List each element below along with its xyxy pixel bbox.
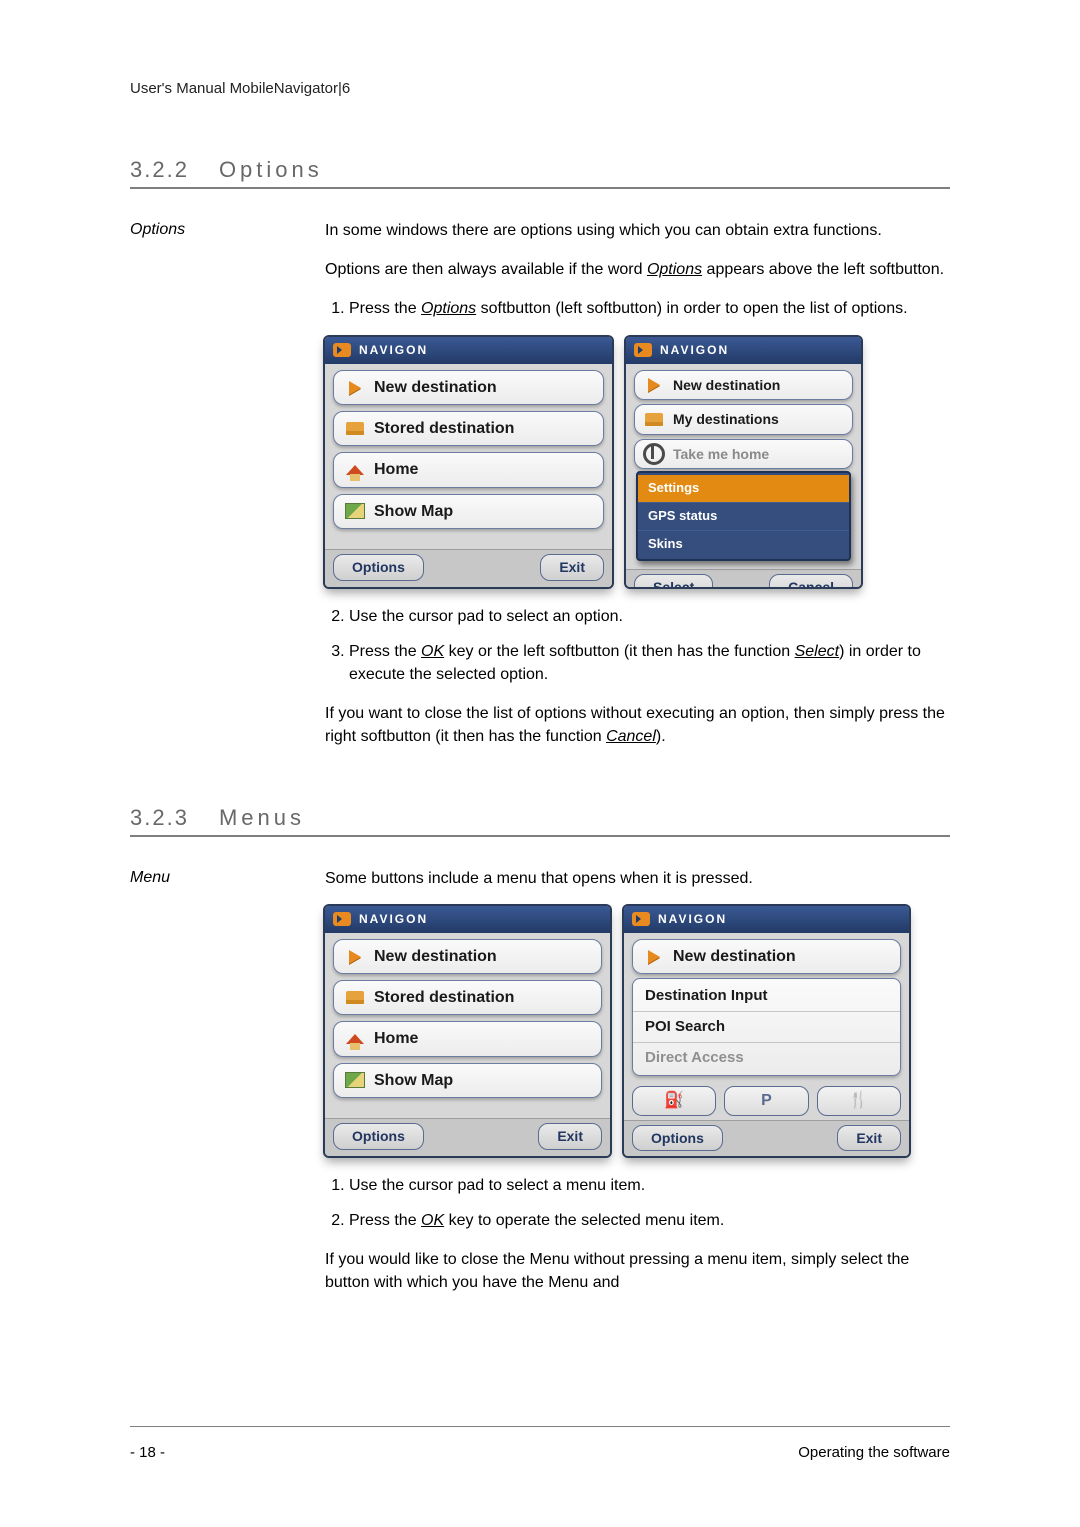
section-title: Menus <box>219 805 305 831</box>
menu-item-my-destinations[interactable]: My destinations <box>634 404 853 434</box>
device-titlebar: NAVIGON <box>624 906 909 933</box>
map-icon <box>344 1071 366 1089</box>
device-titlebar: NAVIGON <box>325 906 610 933</box>
softbutton-exit[interactable]: Exit <box>538 1123 602 1149</box>
margin-label-menu: Menu <box>130 867 305 1311</box>
destination-submenu: Destination Input POI Search Direct Acce… <box>632 978 901 1075</box>
device-screenshot-options-popup: NAVIGON New destination My destinations <box>626 337 861 587</box>
softbutton-exit[interactable]: Exit <box>837 1125 901 1151</box>
menu-item-home[interactable]: Home <box>333 1021 602 1056</box>
quick-access-row: ⛽ P 🍴 <box>632 1086 901 1116</box>
device-screenshot-destination-menu: NAVIGON New destination Destination Inpu… <box>624 906 909 1156</box>
submenu-item-destination-input[interactable]: Destination Input <box>633 981 900 1012</box>
device-screenshot-main: NAVIGON New destination Stored destinati… <box>325 337 612 587</box>
quick-button-restaurant[interactable]: 🍴 <box>817 1086 901 1116</box>
device-brand: NAVIGON <box>658 911 727 928</box>
softbutton-cancel[interactable]: Cancel <box>769 574 853 586</box>
navigon-logo-icon <box>333 343 351 357</box>
paragraph: If you would like to close the Menu with… <box>325 1248 950 1294</box>
arrow-right-icon <box>643 376 665 394</box>
fuel-icon: ⛽ <box>664 1089 684 1112</box>
steering-wheel-icon <box>643 445 665 463</box>
margin-label-options: Options <box>130 219 305 765</box>
softbutton-options[interactable]: Options <box>632 1125 723 1151</box>
softbutton-options[interactable]: Options <box>333 1123 424 1149</box>
section-title: Options <box>219 157 323 183</box>
running-head: User's Manual MobileNavigator|6 <box>130 80 950 97</box>
paragraph: In some windows there are options using … <box>325 219 950 242</box>
section-head-options: 3.2.2 Options <box>130 157 950 189</box>
menu-item-show-map[interactable]: Show Map <box>333 494 604 529</box>
device-titlebar: NAVIGON <box>325 337 612 364</box>
submenu-item-poi-search[interactable]: POI Search <box>633 1012 900 1043</box>
softbutton-select[interactable]: Select <box>634 574 713 586</box>
step: Press the OK key or the left softbutton … <box>349 640 950 686</box>
device-brand: NAVIGON <box>660 342 729 359</box>
softbutton-exit[interactable]: Exit <box>540 554 604 580</box>
paragraph: If you want to close the list of options… <box>325 702 950 748</box>
arrow-right-icon <box>344 948 366 966</box>
footer-rule <box>130 1426 950 1427</box>
home-icon <box>344 461 366 479</box>
section-head-menus: 3.2.3 Menus <box>130 805 950 837</box>
footer-chapter: Operating the software <box>798 1444 950 1461</box>
arrow-right-icon <box>643 948 665 966</box>
screenshot-row: NAVIGON New destination Stored destinati… <box>325 337 950 587</box>
menu-item-new-destination[interactable]: New destination <box>632 939 901 974</box>
step: Press the Options softbutton (left softb… <box>349 297 950 320</box>
device-screenshot-main: NAVIGON New destination Stored destinati… <box>325 906 610 1156</box>
screenshot-row: NAVIGON New destination Stored destinati… <box>325 906 950 1156</box>
map-icon <box>344 502 366 520</box>
home-icon <box>344 1030 366 1048</box>
step: Use the cursor pad to select an option. <box>349 605 950 628</box>
step: Press the OK key to operate the selected… <box>349 1209 950 1232</box>
paragraph: Options are then always available if the… <box>325 258 950 281</box>
manual-page: User's Manual MobileNavigator|6 3.2.2 Op… <box>0 0 1080 1527</box>
folder-icon <box>643 410 665 428</box>
menu-item-new-destination[interactable]: New destination <box>333 939 602 974</box>
navigon-logo-icon <box>632 912 650 926</box>
paragraph: Some buttons include a menu that opens w… <box>325 867 950 890</box>
popup-item-gps-status[interactable]: GPS status <box>638 503 849 531</box>
submenu-item-direct-access[interactable]: Direct Access <box>633 1043 900 1073</box>
device-brand: NAVIGON <box>359 911 428 928</box>
menu-item-take-me-home[interactable]: Take me home <box>634 439 853 469</box>
body-text-menus: Some buttons include a menu that opens w… <box>325 867 950 1311</box>
menu-item-show-map[interactable]: Show Map <box>333 1063 602 1098</box>
section-number: 3.2.3 <box>130 805 189 831</box>
page-number: - 18 - <box>130 1444 165 1461</box>
quick-button-parking[interactable]: P <box>724 1086 808 1116</box>
navigon-logo-icon <box>634 343 652 357</box>
menu-item-new-destination[interactable]: New destination <box>634 370 853 400</box>
menu-item-home[interactable]: Home <box>333 452 604 487</box>
menu-item-stored-destination[interactable]: Stored destination <box>333 980 602 1015</box>
parking-icon: P <box>761 1089 772 1112</box>
popup-item-settings[interactable]: Settings <box>638 475 849 503</box>
folder-icon <box>344 420 366 438</box>
arrow-right-icon <box>344 379 366 397</box>
menu-item-stored-destination[interactable]: Stored destination <box>333 411 604 446</box>
section-number: 3.2.2 <box>130 157 189 183</box>
page-footer: - 18 - Operating the software <box>130 1444 950 1461</box>
restaurant-icon: 🍴 <box>849 1089 869 1112</box>
device-titlebar: NAVIGON <box>626 337 861 364</box>
softbutton-options[interactable]: Options <box>333 554 424 580</box>
quick-button-fuel[interactable]: ⛽ <box>632 1086 716 1116</box>
menu-item-new-destination[interactable]: New destination <box>333 370 604 405</box>
navigon-logo-icon <box>333 912 351 926</box>
popup-item-skins[interactable]: Skins <box>638 531 849 558</box>
folder-icon <box>344 989 366 1007</box>
options-popup: Settings GPS status Skins <box>636 471 851 562</box>
device-brand: NAVIGON <box>359 342 428 359</box>
step: Use the cursor pad to select a menu item… <box>349 1174 950 1197</box>
body-text-options: In some windows there are options using … <box>325 219 950 765</box>
